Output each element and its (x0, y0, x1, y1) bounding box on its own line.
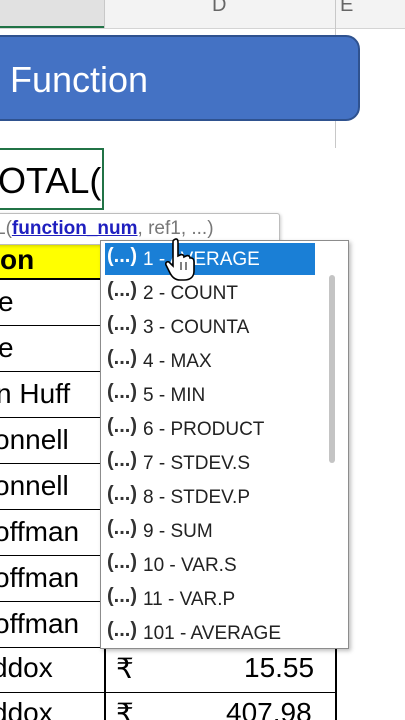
dropdown-item[interactable]: (...) 11 - VAR.P (105, 583, 315, 615)
name-cell: onnell (0, 470, 69, 501)
table-row[interactable]: onnell (0, 464, 104, 508)
dropdown-item-label: 7 - STDEV.S (143, 453, 251, 474)
dropdown-item-label: 11 - VAR.P (143, 589, 236, 610)
dropdown-item[interactable]: (...) 2 - COUNT (105, 277, 315, 309)
dropdown-item[interactable]: (...) 1 - AVERAGE (105, 243, 315, 275)
function-list-icon: (...) (107, 279, 137, 301)
function-list-icon: (...) (107, 551, 137, 573)
amount-cell: 15.55 (244, 652, 315, 683)
header-cell[interactable]: on (0, 244, 104, 278)
table-row[interactable]: offman (0, 556, 104, 600)
dropdown-item-label: 5 - MIN (143, 385, 206, 406)
name-cell: offman (0, 608, 80, 639)
dropdown-item-label: 2 - COUNT (143, 283, 238, 304)
name-cell: e (0, 286, 14, 317)
currency-symbol: ₹ (116, 653, 134, 684)
function-list-icon: (...) (107, 313, 137, 335)
table-row[interactable]: offman (0, 602, 104, 646)
dropdown-item[interactable]: (...) 4 - MAX (105, 345, 315, 377)
column-divider (335, 0, 336, 28)
function-list-icon: (...) (107, 245, 137, 267)
formula-text: OTAL( (0, 160, 102, 201)
dropdown-item-label: 10 - VAR.S (143, 555, 237, 576)
tooltip-rest: , ref1, ...) (137, 218, 214, 239)
dropdown-item-label: 3 - COUNTA (143, 317, 250, 338)
function-list-icon: (...) (107, 585, 137, 607)
function-list-icon: (...) (107, 381, 137, 403)
function-list-icon: (...) (107, 619, 137, 641)
name-cell: n Huff (0, 378, 71, 409)
currency-symbol: ₹ (116, 698, 134, 720)
dropdown-item-label: 1 - AVERAGE (143, 249, 260, 270)
table-row[interactable]: ddox ₹ 407.98 (0, 693, 336, 720)
dropdown-item-label: 101 - AVERAGE (143, 623, 281, 644)
name-cell: offman (0, 562, 80, 593)
title-banner: Function (0, 35, 360, 121)
function-num-dropdown[interactable]: (...) 1 - AVERAGE (...) 2 - COUNT (...) … (100, 240, 349, 649)
active-cell-formula[interactable]: OTAL( (0, 148, 104, 210)
dropdown-item[interactable]: (...) 10 - VAR.S (105, 549, 315, 581)
dropdown-item-label: 8 - STDEV.P (143, 487, 251, 508)
dropdown-item[interactable]: (...) 5 - MIN (105, 379, 315, 411)
dropdown-item[interactable]: (...) 9 - SUM (105, 515, 315, 547)
column-header-selected[interactable] (0, 0, 104, 28)
column-header-bar: D E (0, 0, 405, 29)
dropdown-scrollbar[interactable] (329, 275, 335, 463)
table-row[interactable]: e (0, 280, 104, 324)
function-list-icon: (...) (107, 415, 137, 437)
function-list-icon: (...) (107, 449, 137, 471)
amount-cell: 407.98 (226, 697, 312, 720)
name-cell: onnell (0, 424, 69, 455)
dropdown-item-label: 9 - SUM (143, 521, 213, 542)
dropdown-item-label: 4 - MAX (143, 351, 212, 372)
dropdown-item-label: 6 - PRODUCT (143, 419, 265, 440)
hand-cursor-icon (165, 238, 195, 281)
table-row[interactable]: offman (0, 510, 104, 554)
table-row[interactable]: ddox ₹ 15.55 (0, 648, 336, 692)
function-list-icon: (...) (107, 483, 137, 505)
table-row[interactable]: onnell (0, 418, 104, 462)
dropdown-item[interactable]: (...) 6 - PRODUCT (105, 413, 315, 445)
name-cell: ddox (0, 652, 53, 683)
dropdown-item[interactable]: (...) 101 - AVERAGE (105, 617, 315, 648)
name-cell: e (0, 332, 14, 363)
header-text: on (0, 244, 35, 275)
function-list-icon: (...) (107, 517, 137, 539)
tooltip-prefix: L( (0, 218, 12, 239)
dropdown-item[interactable]: (...) 3 - COUNTA (105, 311, 315, 343)
name-cell: ddox (0, 697, 53, 720)
dropdown-item[interactable]: (...) 8 - STDEV.P (105, 481, 315, 513)
name-cell: offman (0, 516, 80, 547)
dropdown-item[interactable]: (...) 7 - STDEV.S (105, 447, 315, 479)
table-row[interactable]: n Huff (0, 372, 104, 416)
table-row[interactable]: e (0, 326, 104, 370)
tooltip-active-arg[interactable]: function_num (12, 218, 138, 239)
column-header-e[interactable]: E (340, 0, 353, 17)
function-list-icon: (...) (107, 347, 137, 369)
column-header-d[interactable]: D (212, 0, 226, 17)
banner-title: Function (10, 59, 149, 100)
column-divider (104, 0, 105, 28)
